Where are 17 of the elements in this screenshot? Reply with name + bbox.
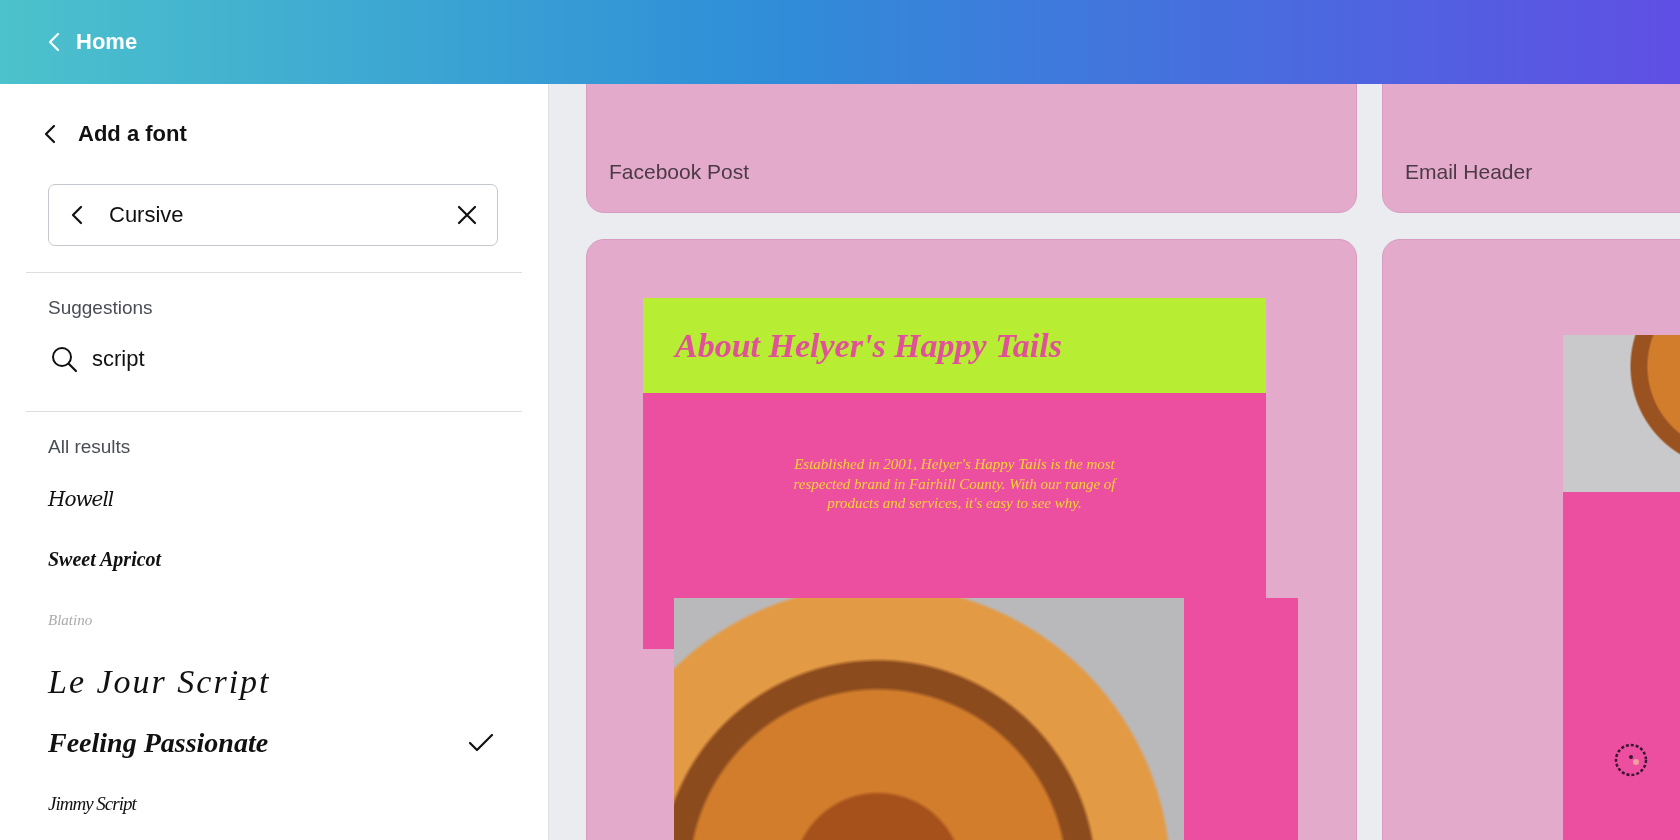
section-heading: Suggestions [47, 296, 154, 319]
font-option[interactable]: Howell [26, 468, 522, 529]
section-heading: All results [47, 435, 132, 458]
search-field[interactable]: Cursive [48, 184, 498, 246]
font-option[interactable]: Le Jour Script [26, 651, 522, 712]
template-card[interactable]: Email Header [1382, 84, 1680, 213]
back-icon[interactable] [71, 205, 83, 225]
panel-title: Add a font [78, 121, 187, 147]
design-heading: About Helyer's Happy Tails [675, 326, 1062, 365]
close-icon[interactable] [457, 205, 477, 225]
search-icon [50, 345, 78, 373]
template-card[interactable]: Facebook Post [586, 84, 1357, 213]
font-option[interactable]: Sweet Apricot [26, 529, 522, 590]
suggestion-item[interactable]: script [26, 319, 167, 385]
design-body-text: Established in 2001, Helyer's Happy Tails is the most respected brand in Fairhill County. With our range of products and services, it's easy to see why. [792, 455, 1118, 513]
font-option[interactable]: Feeling Passionate [26, 712, 522, 773]
font-option[interactable]: Jimmy Script [26, 773, 522, 834]
